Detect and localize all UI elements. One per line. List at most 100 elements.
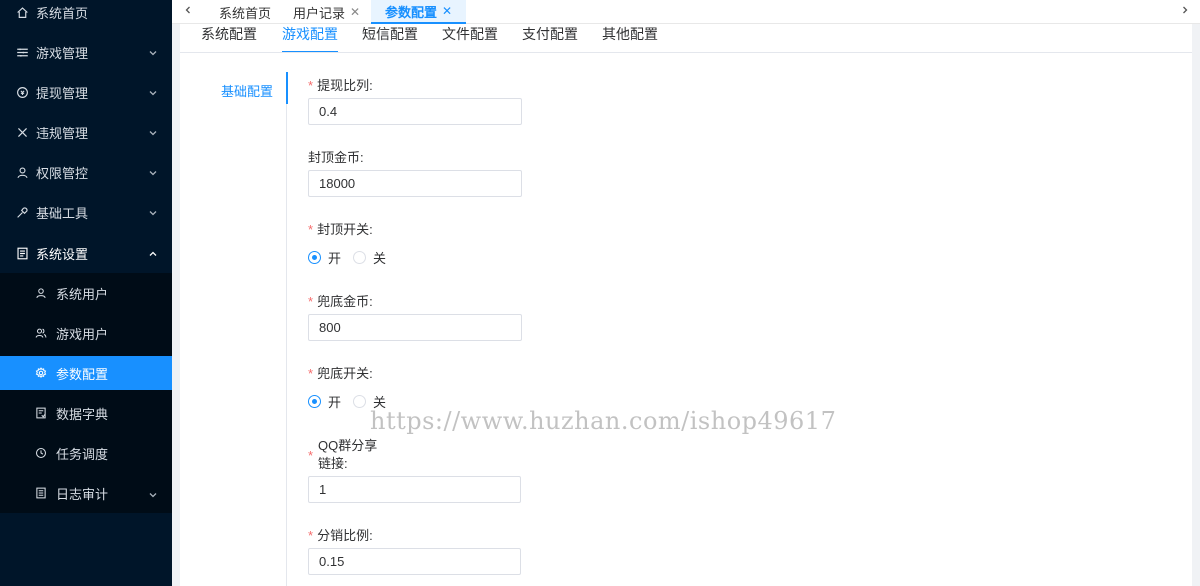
submenu-item-label: 任务调度 [56,446,109,462]
sidebar: 系统首页 游戏管理 提现管理 违规管理 权限管控 基础工具 系统设置 系统用户 … [0,0,172,586]
submenu-item-game-users[interactable]: 游戏用户 [0,316,172,350]
required-mark: * [308,294,314,309]
sidebar-item-label: 权限管控 [36,165,89,181]
tag-label: 用户记录 [293,5,346,21]
submenu-item-label: 数据字典 [56,406,109,422]
scroll-left-icon[interactable] [180,2,196,18]
submenu-item-label: 日志审计 [56,486,109,502]
cap-switch-on-radio[interactable]: 开 [308,248,341,267]
sidebar-item-label: 违规管理 [36,125,89,141]
tabs-divider [180,52,1192,53]
radio-dot [308,395,321,408]
log-icon [35,487,47,499]
user-icon [35,287,47,299]
cap-switch-off-radio[interactable]: 关 [353,248,386,267]
distribution-ratio-label: * 分销比例: [308,525,373,544]
radio-dot [353,251,366,264]
chevron-down-icon [148,206,158,216]
sidebar-item-game-management[interactable]: 游戏管理 [0,32,172,72]
tag-home[interactable]: 系统首页 [209,0,281,24]
label-text-line1: QQ群分享 [318,438,378,453]
submenu-item-task-scheduling[interactable]: 任务调度 [0,436,172,470]
submenu-item-data-dictionary[interactable]: 数据字典 [0,396,172,430]
qq-share-label: * QQ群分享 链接: [308,437,377,473]
tag-label: 参数配置 [385,4,438,20]
chevron-up-icon [148,247,158,257]
chevron-down-icon [148,86,158,96]
side-tab-indicator [286,72,288,104]
close-icon[interactable]: ✕ [350,5,360,19]
chevron-down-icon [148,488,158,498]
tab-system-config[interactable]: 系统配置 [201,25,257,53]
required-mark: * [308,78,314,93]
tab-other-config[interactable]: 其他配置 [602,25,658,53]
radio-label: 开 [328,251,342,266]
label-text: 封顶开关: [317,222,373,237]
floor-coins-label: * 兜底金币: [308,291,373,310]
sidebar-item-label: 提现管理 [36,85,89,101]
tab-file-config[interactable]: 文件配置 [442,25,498,53]
scroll-right-icon[interactable] [1177,2,1193,18]
sidebar-item-label: 系统首页 [36,5,89,21]
main-content: 系统配置 游戏配置 短信配置 文件配置 支付配置 其他配置 基础配置 * 提现比列… [172,24,1200,586]
label-text: 兜底开关: [317,366,373,381]
config-card: 系统配置 游戏配置 短信配置 文件配置 支付配置 其他配置 基础配置 * 提现比列… [180,24,1192,586]
required-mark: * [308,366,314,381]
withdraw-icon [15,85,29,99]
sidebar-item-basic-tools[interactable]: 基础工具 [0,192,172,232]
tool-icon [15,205,29,219]
tab-game-config[interactable]: 游戏配置 [282,25,338,53]
sidebar-item-label: 系统设置 [36,246,89,262]
scrollbar[interactable] [1192,52,1199,586]
required-mark: * [308,528,314,543]
sidebar-item-withdraw-management[interactable]: 提现管理 [0,72,172,112]
submenu-item-param-config[interactable]: 参数配置 [0,356,172,390]
close-icon [15,125,29,139]
dictionary-icon [35,407,47,419]
submenu-item-system-users[interactable]: 系统用户 [0,276,172,310]
chevron-down-icon [148,166,158,176]
submenu-item-log-audit[interactable]: 日志审计 [0,476,172,510]
cap-coins-input[interactable] [308,170,522,197]
side-tab-basic-config[interactable]: 基础配置 [221,81,273,100]
sidebar-item-label: 基础工具 [36,205,89,221]
tab-payment-config[interactable]: 支付配置 [522,25,578,53]
sidebar-item-home[interactable]: 系统首页 [0,0,172,32]
sidebar-item-system-settings[interactable]: 系统设置 [0,233,172,273]
sidebar-item-permission-control[interactable]: 权限管控 [0,152,172,192]
list-icon [15,45,29,59]
tab-sms-config[interactable]: 短信配置 [362,25,418,53]
floor-switch-on-radio[interactable]: 开 [308,392,341,411]
user-icon [15,165,29,179]
radio-label: 关 [373,251,387,266]
radio-label: 关 [373,395,387,410]
floor-switch-off-radio[interactable]: 关 [353,392,386,411]
qq-share-input[interactable] [308,476,521,503]
tag-param-config[interactable]: 参数配置 ✕ [371,0,467,24]
chevron-down-icon [148,126,158,136]
submenu-item-label: 参数配置 [56,366,109,382]
required-mark: * [308,222,314,237]
settings-icon [15,246,29,260]
side-tab-track [286,72,287,586]
tag-user-records[interactable]: 用户记录 ✕ [283,0,370,24]
withdraw-ratio-label: * 提现比列: [308,75,373,94]
chevron-down-icon [148,46,158,56]
clock-icon [35,447,47,459]
label-text: 分销比例: [317,528,373,543]
radio-dot [353,395,366,408]
floor-coins-input[interactable] [308,314,522,341]
required-mark: * [308,448,314,463]
label-text: 兜底金币: [317,294,373,309]
close-icon[interactable]: ✕ [442,4,452,18]
sidebar-item-violation-management[interactable]: 违规管理 [0,112,172,152]
floor-switch-label: * 兜底开关: [308,363,373,382]
distribution-ratio-input[interactable] [308,548,521,575]
tag-label: 系统首页 [219,5,272,21]
withdraw-ratio-input[interactable] [308,98,522,125]
submenu-item-label: 游戏用户 [56,326,109,342]
radio-dot [308,251,321,264]
cap-coins-label: 封顶金币: [308,147,364,166]
submenu-item-label: 系统用户 [56,286,109,302]
gear-icon [35,367,47,379]
